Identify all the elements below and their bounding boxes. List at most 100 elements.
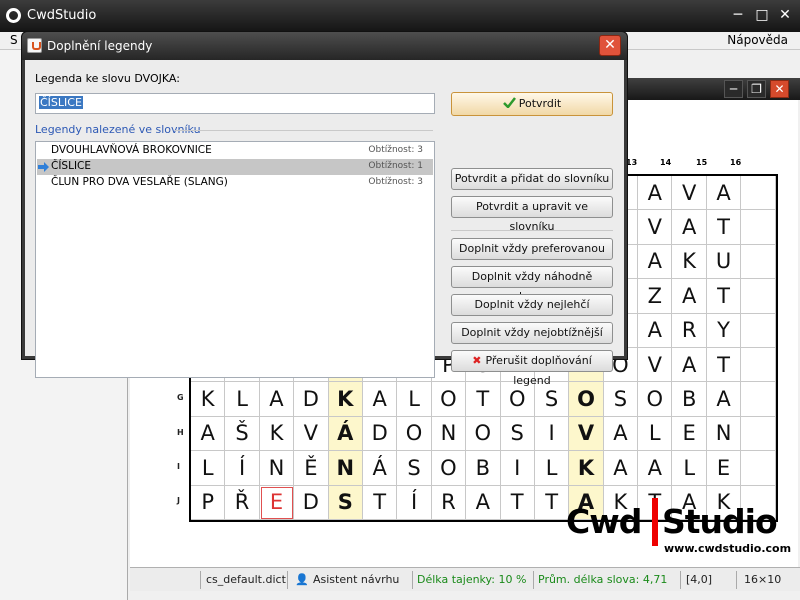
assistant-icon[interactable]: 👤 — [295, 573, 309, 586]
grid-cell[interactable] — [741, 244, 776, 280]
grid-cell[interactable] — [741, 176, 776, 211]
grid-cell[interactable]: E — [672, 416, 707, 452]
menu-item-file[interactable]: S — [10, 33, 18, 47]
grid-cell[interactable]: K — [328, 382, 363, 417]
grid-cell[interactable]: A — [603, 416, 639, 452]
grid-cell[interactable]: A — [362, 382, 398, 417]
fill-random-button[interactable]: Doplnit vždy náhodně vybranou — [451, 266, 613, 303]
grid-cell[interactable]: S — [397, 451, 432, 486]
confirm-add-button[interactable]: Potvrdit a přidat do slovníku — [451, 168, 613, 190]
grid-cell[interactable]: V — [569, 416, 604, 452]
close-icon[interactable]: ✕ — [774, 5, 796, 27]
list-item[interactable]: ČLUN PRO DVA VESLAŘE (SLANG) Obtížnost: … — [37, 175, 433, 191]
grid-cell[interactable]: U — [706, 244, 742, 280]
grid-cell[interactable] — [741, 347, 776, 383]
maximize-icon[interactable]: □ — [751, 5, 773, 27]
grid-cell[interactable] — [741, 451, 776, 486]
minimize-icon[interactable]: ─ — [727, 5, 749, 27]
grid-cell[interactable]: B — [466, 451, 501, 486]
grid-cell[interactable]: Š — [225, 416, 260, 452]
grid-cell[interactable] — [741, 210, 776, 245]
grid-cell[interactable] — [741, 416, 776, 452]
grid-cell[interactable]: R — [672, 313, 707, 348]
grid-cell[interactable]: Í — [397, 485, 432, 520]
grid-cell[interactable]: Á — [362, 451, 398, 486]
grid-cell[interactable] — [741, 313, 776, 348]
doc-close-icon[interactable]: ✕ — [770, 80, 789, 98]
grid-cell[interactable]: A — [638, 244, 673, 280]
grid-cell[interactable]: V — [638, 210, 673, 245]
fill-hardest-button[interactable]: Doplnit vždy nejobtížnější — [451, 322, 613, 344]
grid-cell[interactable]: Ř — [225, 485, 260, 520]
grid-cell[interactable]: S — [328, 485, 363, 520]
grid-cell[interactable]: R — [431, 485, 467, 520]
list-item[interactable]: DVOUHLAVŇOVÁ BROKOVNICE Obtížnost: 3 — [37, 143, 433, 159]
grid-cell[interactable]: T — [706, 210, 742, 245]
grid-cell[interactable]: D — [362, 416, 398, 452]
grid-cell[interactable]: T — [362, 485, 398, 520]
status-assistant[interactable]: Asistent návrhu — [313, 573, 399, 586]
grid-cell[interactable]: E — [259, 485, 295, 520]
grid-cell[interactable]: O — [638, 382, 673, 417]
grid-cell[interactable]: S — [500, 416, 535, 452]
grid-cell[interactable]: I — [534, 416, 570, 452]
list-item[interactable]: ČÍSLICE Obtížnost: 1 — [37, 159, 433, 175]
grid-cell[interactable]: K — [569, 451, 604, 486]
grid-cell[interactable]: Í — [225, 451, 260, 486]
grid-cell[interactable]: D — [294, 382, 329, 417]
grid-cell[interactable]: A — [638, 313, 673, 348]
grid-cell[interactable]: T — [500, 485, 535, 520]
grid-cell[interactable]: O — [431, 382, 467, 417]
grid-cell[interactable]: O — [466, 416, 501, 452]
confirm-button[interactable]: Potvrdit — [451, 92, 613, 116]
legend-input[interactable]: ČÍSLICE — [35, 93, 435, 114]
menu-item-help[interactable]: Nápověda — [727, 33, 788, 47]
grid-cell[interactable]: O — [431, 451, 467, 486]
grid-cell[interactable]: A — [706, 176, 742, 211]
grid-cell[interactable]: Z — [638, 279, 673, 314]
doc-restore-icon[interactable]: ❐ — [747, 80, 766, 98]
grid-cell[interactable]: K — [191, 382, 226, 417]
grid-cell[interactable]: N — [431, 416, 467, 452]
abort-button[interactable]: ✖ Přerušit doplňování legend — [451, 350, 613, 387]
grid-cell[interactable]: A — [672, 210, 707, 245]
fill-preferred-button[interactable]: Doplnit vždy preferovanou — [451, 238, 613, 260]
grid-cell[interactable]: L — [191, 451, 226, 486]
grid-cell[interactable]: A — [638, 451, 673, 486]
legend-list[interactable]: DVOUHLAVŇOVÁ BROKOVNICE Obtížnost: 3 ČÍS… — [35, 141, 435, 378]
doc-minimize-icon[interactable]: ─ — [724, 80, 743, 98]
grid-cell[interactable]: L — [672, 451, 707, 486]
grid-cell[interactable]: A — [603, 451, 639, 486]
grid-cell[interactable]: E — [706, 451, 742, 486]
grid-cell[interactable]: P — [191, 485, 226, 520]
grid-cell[interactable]: I — [500, 451, 535, 486]
grid-cell[interactable]: A — [638, 176, 673, 211]
grid-cell[interactable]: T — [706, 347, 742, 383]
grid-cell[interactable]: A — [259, 382, 295, 417]
grid-cell[interactable]: T — [534, 485, 570, 520]
grid-cell[interactable]: Ě — [294, 451, 329, 486]
grid-cell[interactable]: O — [397, 416, 432, 452]
grid-cell[interactable]: K — [259, 416, 295, 452]
grid-cell[interactable] — [741, 382, 776, 417]
grid-cell[interactable]: O — [569, 382, 604, 417]
grid-cell[interactable]: T — [706, 279, 742, 314]
grid-cell[interactable]: Y — [706, 313, 742, 348]
grid-cell[interactable]: N — [328, 451, 363, 486]
grid-cell[interactable]: A — [706, 382, 742, 417]
grid-cell[interactable]: L — [225, 382, 260, 417]
grid-cell[interactable]: N — [259, 451, 295, 486]
grid-cell[interactable]: N — [706, 416, 742, 452]
grid-cell[interactable]: A — [191, 416, 226, 452]
grid-cell[interactable]: V — [638, 347, 673, 383]
grid-cell[interactable]: L — [534, 451, 570, 486]
grid-cell[interactable]: V — [672, 176, 707, 211]
grid-cell[interactable]: D — [294, 485, 329, 520]
fill-easiest-button[interactable]: Doplnit vždy nejlehčí — [451, 294, 613, 316]
grid-cell[interactable] — [741, 279, 776, 314]
grid-cell[interactable]: T — [466, 382, 501, 417]
grid-cell[interactable]: Á — [328, 416, 363, 452]
confirm-edit-button[interactable]: Potvrdit a upravit ve slovníku — [451, 196, 613, 233]
grid-cell[interactable]: A — [466, 485, 501, 520]
grid-cell[interactable]: S — [603, 382, 639, 417]
